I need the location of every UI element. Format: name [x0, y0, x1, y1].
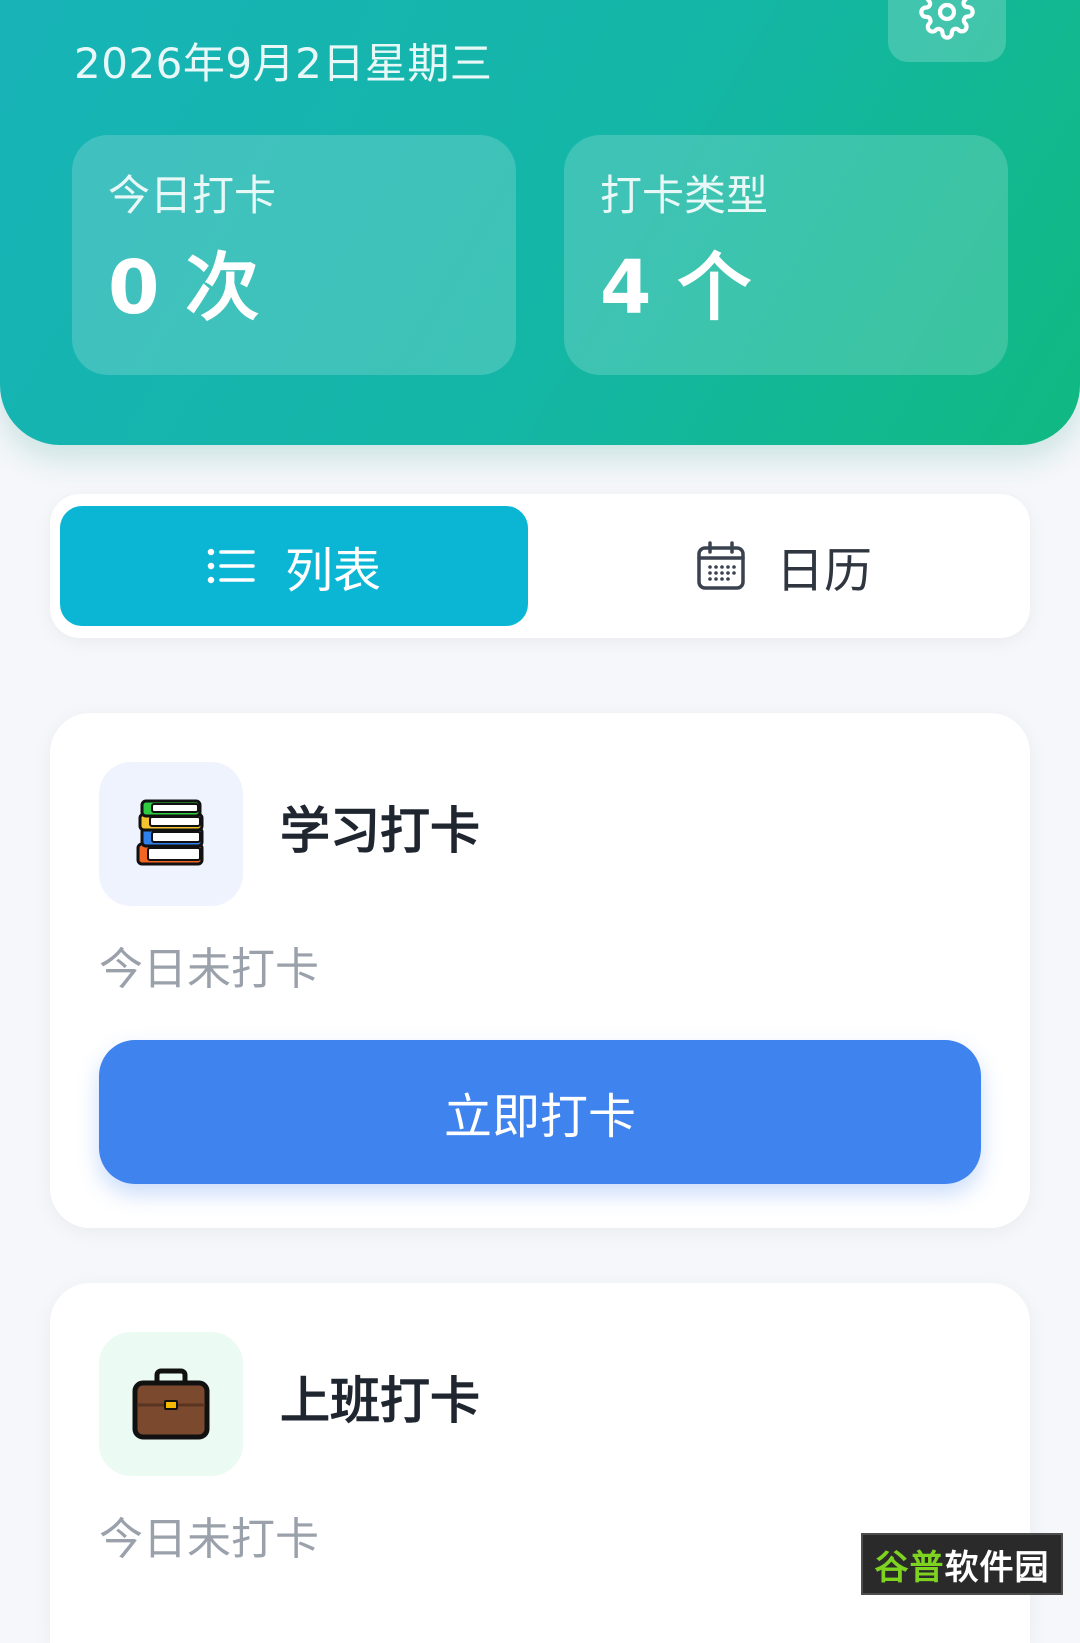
tab-list-label: 列表 [284, 543, 381, 599]
briefcase-icon [132, 1368, 210, 1440]
current-date: 2026年9月2日星期三 [74, 39, 493, 88]
stat-value: 0 次 [108, 245, 260, 331]
list-icon [207, 548, 255, 584]
checkin-button[interactable]: 立即打卡 [99, 1040, 981, 1184]
watermark-part1: 谷普 [874, 1547, 945, 1588]
task-icon-box [99, 1332, 243, 1476]
gear-icon [919, 0, 975, 40]
settings-button[interactable] [888, 0, 1006, 62]
watermark-part2: 软件园 [944, 1547, 1050, 1588]
stat-card-today: 今日打卡 0 次 [72, 135, 516, 375]
header-banner: 2026年9月2日星期三 今日打卡 0 次 打卡类型 4 个 [0, 0, 1080, 445]
books-icon [136, 799, 204, 866]
calendar-icon [697, 541, 745, 590]
view-toggle: 列表 日历 [50, 494, 1030, 638]
task-name: 学习打卡 [280, 802, 480, 860]
task-card-study: 学习打卡 今日未打卡 立即打卡 [50, 713, 1030, 1228]
stat-value: 4 个 [600, 245, 752, 331]
stat-card-types: 打卡类型 4 个 [564, 135, 1008, 375]
task-icon-box [99, 762, 243, 906]
tab-calendar[interactable]: 日历 [550, 506, 1018, 626]
stat-label: 打卡类型 [600, 171, 769, 220]
watermark-logo: 谷普 软件园 [861, 1533, 1063, 1595]
tab-calendar-label: 日历 [775, 543, 872, 599]
tab-list[interactable]: 列表 [60, 506, 528, 626]
task-name: 上班打卡 [280, 1372, 480, 1430]
task-status: 今日未打卡 [99, 1514, 319, 1565]
stat-label: 今日打卡 [108, 171, 277, 220]
task-status: 今日未打卡 [99, 944, 319, 995]
